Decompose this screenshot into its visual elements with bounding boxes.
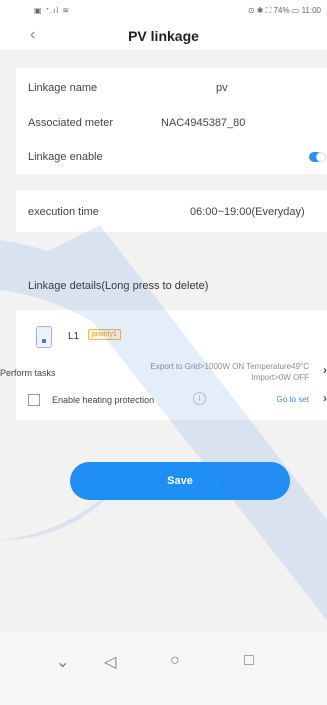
status-bar: ▣ ᐩ.ıl ≋ ⊙ ✱ ⛶ 74% ▭ 11:00	[0, 0, 327, 22]
meter-value: NAC4945387_80	[161, 117, 246, 129]
heating-protection-checkbox[interactable]	[28, 394, 40, 406]
go-to-set-link[interactable]: Go to set	[277, 395, 309, 404]
execution-time-value: 06:00~19:00(Everyday)	[190, 206, 305, 218]
device-card[interactable]: L1 priority1 Perform tasks Export to Gri…	[0, 310, 327, 420]
execution-time-label: execution time	[28, 206, 99, 218]
goto-chevron-icon[interactable]: ›	[323, 391, 327, 405]
status-left: ▣ ᐩ.ıl ≋	[34, 6, 71, 15]
heating-protection-label: Enable heating protection	[52, 395, 155, 405]
execution-time-row[interactable]: execution time 06:00~19:00(Everyday)	[16, 190, 327, 232]
back-triangle-icon[interactable]: ◁	[104, 652, 116, 672]
device-name: L1	[68, 331, 80, 342]
status-right: ⊙ ✱ ⛶ 74% ▭ 11:00	[247, 6, 321, 15]
recent-apps-square-icon[interactable]: □	[244, 652, 254, 670]
linkage-name-value: pv	[216, 82, 228, 94]
linkage-form-card: Linkage name pv Associated meter NAC4945…	[16, 68, 327, 174]
linkage-details-title: Linkage details(Long press to delete)	[28, 280, 209, 292]
system-nav-bar: ⌄ ◁ ○ □	[0, 632, 327, 705]
meter-row[interactable]: Associated meter NAC4945387_80	[16, 106, 327, 140]
linkage-enable-row: Linkage enable	[16, 140, 327, 174]
linkage-enable-toggle[interactable]	[309, 152, 326, 162]
linkage-enable-label: Linkage enable	[28, 151, 103, 163]
page-title: PV linkage	[128, 28, 199, 44]
priority-badge: priority1	[88, 329, 121, 340]
toggle-knob	[316, 152, 326, 162]
perform-line-1: Export to Grid>1000W ON Temperature49°C	[150, 362, 309, 371]
perform-chevron-icon[interactable]: ›	[323, 363, 327, 377]
info-icon[interactable]: i	[193, 392, 206, 405]
linkage-name-row[interactable]: Linkage name pv	[16, 68, 327, 106]
execution-time-card: execution time 06:00~19:00(Everyday)	[16, 190, 327, 232]
collapse-icon[interactable]: ⌄	[56, 652, 69, 672]
switch-device-icon	[36, 326, 52, 348]
perform-tasks-value[interactable]: Export to Grid>1000W ON Temperature49°C …	[76, 361, 309, 383]
meter-label: Associated meter	[28, 117, 113, 129]
nav-bar: ‹ PV linkage	[0, 22, 327, 50]
linkage-name-label: Linkage name	[28, 82, 98, 94]
home-circle-icon[interactable]: ○	[170, 652, 180, 670]
perform-line-2: Import>0W OFF	[251, 373, 309, 382]
save-button[interactable]: Save	[70, 462, 290, 500]
perform-tasks-label: Perform tasks	[0, 368, 56, 378]
